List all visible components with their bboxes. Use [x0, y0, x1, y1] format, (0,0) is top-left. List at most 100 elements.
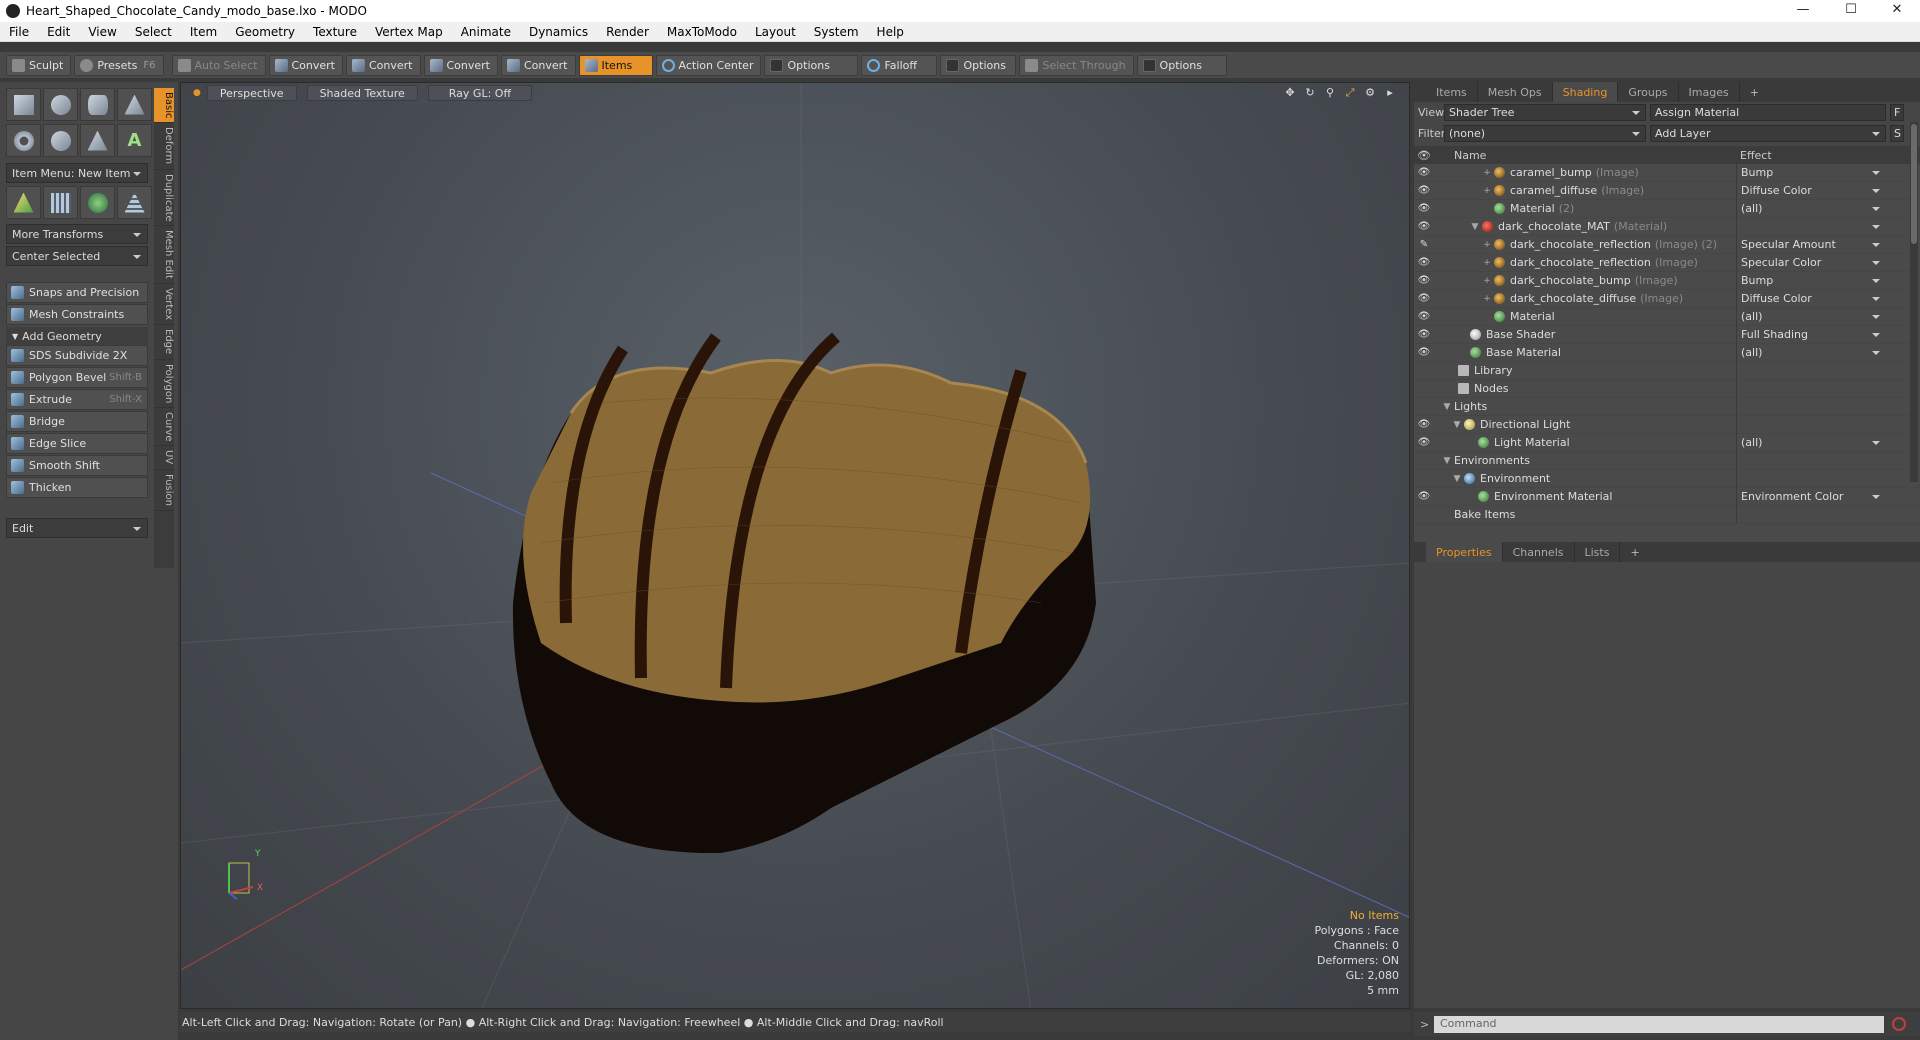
shader-tree-row[interactable]: ▼ Environment [1414, 469, 1920, 488]
action-center-options-button[interactable]: Options [764, 54, 859, 76]
chocolate-candy-model[interactable] [512, 332, 1096, 854]
shader-tree-row[interactable]: 👁 + dark_chocolate_diffuse (Image) Diffuse C… [1414, 289, 1920, 308]
shader-tree-row[interactable]: 👁 ▼ Directional Light [1414, 415, 1920, 434]
expand-toggle-icon[interactable]: + [1482, 240, 1492, 250]
effect-dropdown[interactable]: Specular Amount [1736, 235, 1886, 254]
sphere-tool[interactable] [43, 88, 78, 121]
shading-tab-items[interactable]: Items [1426, 82, 1478, 102]
f-button[interactable]: F [1890, 104, 1904, 121]
vtab-edge[interactable]: Edge [154, 325, 174, 360]
expand-toggle-icon[interactable]: + [1482, 168, 1492, 178]
effect-dropdown[interactable]: Bump [1736, 271, 1886, 290]
shader-tree-row[interactable]: 👁 + caramel_diffuse (Image) Diffuse Color [1414, 181, 1920, 200]
shading-tab-images[interactable]: Images [1679, 82, 1740, 102]
menu-vertex-map[interactable]: Vertex Map [366, 25, 452, 39]
effect-dropdown[interactable] [1736, 415, 1886, 434]
expand-toggle-icon[interactable]: ▼ [1470, 222, 1480, 232]
items-mode-button[interactable]: Items [578, 54, 653, 76]
menu-system[interactable]: System [805, 25, 868, 39]
more-transforms-dropdown[interactable]: More Transforms [6, 224, 148, 244]
viewport-menu-icon[interactable]: ● [193, 88, 201, 98]
presets-button[interactable]: Presets F6 [74, 54, 164, 76]
convert-materials-button[interactable]: Convert [501, 54, 576, 76]
view-dropdown[interactable]: Shader Tree [1444, 104, 1646, 121]
move-tool[interactable] [6, 186, 41, 219]
viewport-settings-icon[interactable]: ⚙ [1363, 86, 1377, 100]
menu-texture[interactable]: Texture [304, 25, 366, 39]
text-tool[interactable]: A [117, 124, 152, 157]
action-center-button[interactable]: Action Center [655, 54, 762, 76]
visibility-toggle-icon[interactable]: 👁 [1414, 293, 1434, 304]
maximize-button[interactable]: ☐ [1828, 0, 1874, 22]
tool-thicken[interactable]: Thicken [6, 477, 148, 498]
effect-dropdown[interactable] [1736, 469, 1886, 488]
props-tab-properties[interactable]: Properties [1426, 542, 1503, 562]
assign-material-button[interactable]: Assign Material [1650, 104, 1886, 121]
vtab-curve[interactable]: Curve [154, 408, 174, 447]
menu-select[interactable]: Select [126, 25, 181, 39]
expand-toggle-icon[interactable]: + [1482, 186, 1492, 196]
tool-polygon-bevel[interactable]: Polygon Bevel Shift-B [6, 367, 148, 388]
menu-animate[interactable]: Animate [452, 25, 520, 39]
visibility-toggle-icon[interactable]: 👁 [1414, 275, 1434, 286]
visibility-toggle-icon[interactable]: 👁 [1414, 311, 1434, 322]
pan-icon[interactable]: ✥ [1283, 86, 1297, 100]
visibility-toggle-icon[interactable]: ✎ [1414, 239, 1434, 250]
menu-maxtomodo[interactable]: MaxToModo [658, 25, 746, 39]
capsule-tool[interactable] [43, 124, 78, 157]
effect-dropdown[interactable]: Specular Color [1736, 253, 1886, 272]
vtab-fusion[interactable]: Fusion [154, 470, 174, 511]
rotate-view-icon[interactable]: ↻ [1303, 86, 1317, 100]
shader-tree-row[interactable]: 👁 Base Material (all) [1414, 343, 1920, 362]
visibility-toggle-icon[interactable]: 👁 [1414, 257, 1434, 268]
effect-dropdown[interactable]: (all) [1736, 343, 1886, 362]
visibility-toggle-icon[interactable]: 👁 [1414, 437, 1434, 448]
scrollbar-thumb[interactable] [1911, 124, 1917, 244]
vtab-vertex[interactable]: Vertex [154, 284, 174, 326]
expand-toggle-icon[interactable]: ▼ [1442, 456, 1452, 466]
expand-toggle-icon[interactable]: ▼ [1442, 402, 1452, 412]
tool-smooth-shift[interactable]: Smooth Shift [6, 455, 148, 476]
shading-add-tab-button[interactable]: + [1740, 82, 1769, 102]
shader-tree-row[interactable]: 👁 Material (all) [1414, 307, 1920, 326]
vtab-basic[interactable]: Basic [154, 88, 174, 124]
edit-dropdown[interactable]: Edit [6, 518, 148, 538]
expand-toggle-icon[interactable]: ▼ [1452, 420, 1462, 430]
sculpt-button[interactable]: Sculpt [6, 54, 72, 76]
props-add-tab-button[interactable]: + [1620, 542, 1649, 562]
torus-tool[interactable] [6, 124, 41, 157]
close-button[interactable]: ✕ [1874, 0, 1920, 22]
add-layer-dropdown[interactable]: Add Layer [1650, 125, 1886, 142]
center-selected-dropdown[interactable]: Center Selected [6, 246, 148, 266]
visibility-toggle-icon[interactable]: 👁 [1414, 203, 1434, 214]
shader-tree-row[interactable]: 👁 + caramel_bump (Image) Bump [1414, 164, 1920, 182]
shading-mode-button[interactable]: Shaded Texture [306, 85, 418, 101]
shader-tree-row[interactable]: 👁 Environment Material Environment Color [1414, 487, 1920, 506]
shader-tree-row[interactable]: 👁 + dark_chocolate_bump (Image) Bump [1414, 271, 1920, 290]
shader-tree-row[interactable]: ✎ + dark_chocolate_reflection (Image) (2) Sp… [1414, 235, 1920, 254]
expand-toggle-icon[interactable]: + [1482, 258, 1492, 268]
menu-render[interactable]: Render [597, 25, 658, 39]
menu-geometry[interactable]: Geometry [226, 25, 304, 39]
props-tab-lists[interactable]: Lists [1575, 542, 1621, 562]
visibility-toggle-icon[interactable]: 👁 [1414, 347, 1434, 358]
effect-dropdown[interactable]: Environment Color [1736, 487, 1886, 506]
vtab-duplicate[interactable]: Duplicate [154, 170, 174, 227]
raygl-button[interactable]: Ray GL: Off [427, 85, 533, 101]
scale-tool[interactable] [117, 186, 152, 219]
falloff-button[interactable]: Falloff [861, 54, 938, 76]
tool-sds-subdivide-2x[interactable]: SDS Subdivide 2X [6, 345, 148, 366]
visibility-toggle-icon[interactable]: 👁 [1414, 329, 1434, 340]
cylinder-tool[interactable] [80, 88, 115, 121]
menu-item[interactable]: Item [181, 25, 226, 39]
props-tab-channels[interactable]: Channels [1503, 542, 1575, 562]
effect-dropdown[interactable]: (all) [1736, 199, 1886, 218]
command-input[interactable]: Command [1434, 1015, 1884, 1033]
grid-tool[interactable] [43, 186, 78, 219]
select-through-button[interactable]: Select Through [1019, 54, 1134, 76]
shading-tab-groups[interactable]: Groups [1618, 82, 1679, 102]
3d-viewport[interactable]: Y X ● Perspective Shaded Texture Ray GL:… [180, 82, 1410, 1009]
menu-view[interactable]: View [79, 25, 125, 39]
auto-select-button[interactable]: Auto Select [171, 54, 266, 76]
menu-edit[interactable]: Edit [38, 25, 79, 39]
